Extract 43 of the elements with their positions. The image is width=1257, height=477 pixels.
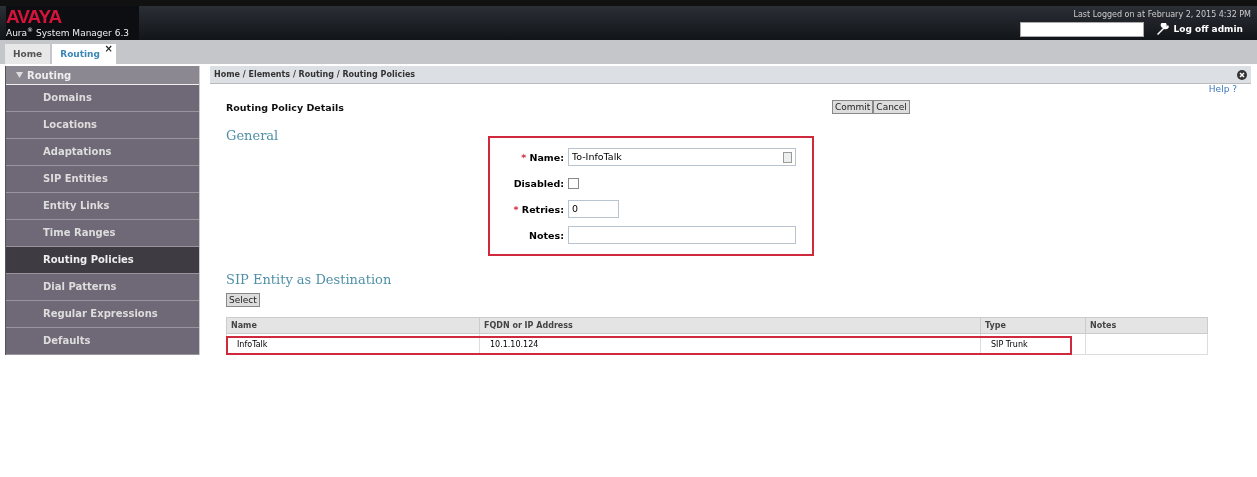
sidebar-item[interactable]: Domains xyxy=(6,85,199,112)
field-label: Disabled: xyxy=(512,177,564,189)
logo: AVAYA xyxy=(6,8,63,26)
column-header: Type xyxy=(980,317,1086,334)
text-field[interactable] xyxy=(568,226,796,244)
column-header: Name xyxy=(226,317,480,334)
section-heading: General xyxy=(226,128,280,145)
sidebar-item[interactable]: Locations xyxy=(6,112,199,139)
section-heading: SIP Entity as Destination xyxy=(225,272,393,287)
column-header: FQDN or IP Address xyxy=(479,317,981,334)
sidebar-item[interactable]: Time Ranges xyxy=(6,220,199,247)
sidebar-header[interactable]: Routing xyxy=(6,66,199,85)
page-title: Routing Policy Details xyxy=(226,101,345,113)
product-name: Aura$^{®}$ System Manager 6.3 xyxy=(6,26,129,38)
help-link[interactable]: Help ? xyxy=(1208,84,1237,98)
checkbox[interactable] xyxy=(568,177,579,189)
field-label: * Name: xyxy=(520,151,564,163)
tab[interactable]: Routing × xyxy=(52,44,116,64)
action-button[interactable]: Cancel xyxy=(873,100,910,114)
log-off-link[interactable]: Log off admin xyxy=(1155,23,1251,35)
action-button[interactable]: Commit xyxy=(832,100,874,114)
select-button[interactable]: Select xyxy=(226,293,260,307)
text-field[interactable]: To-InfoTalk xyxy=(568,148,796,166)
sidebar-item[interactable]: SIP Entities xyxy=(6,166,199,193)
field-label: Notes: xyxy=(528,229,564,241)
column-header: Notes xyxy=(1085,317,1208,334)
caret-icon xyxy=(16,72,23,78)
text-field[interactable]: 0 xyxy=(568,200,619,218)
field-label: * Retries: xyxy=(512,203,564,215)
field-icon xyxy=(783,151,792,163)
last-login-text: Last Logged on at February 2, 2015 4:32 PM xyxy=(1073,9,1251,19)
close-icon[interactable] xyxy=(1237,69,1247,80)
tab[interactable]: Home xyxy=(5,44,51,64)
sidebar-title: Routing xyxy=(27,69,72,81)
breadcrumb: Home / Elements / Routing / Routing Policies xyxy=(214,70,416,79)
sidebar-item[interactable]: Defaults xyxy=(6,328,199,355)
sidebar-item[interactable]: Adaptations xyxy=(6,139,199,166)
sidebar-item[interactable]: Entity Links xyxy=(6,193,199,220)
sidebar-item[interactable]: Dial Patterns xyxy=(6,274,199,301)
sidebar-item[interactable]: Regular Expressions xyxy=(6,301,199,328)
sidebar-item[interactable]: Routing Policies xyxy=(6,247,199,274)
search-field[interactable] xyxy=(1019,21,1144,37)
wrench-icon xyxy=(1155,23,1170,35)
